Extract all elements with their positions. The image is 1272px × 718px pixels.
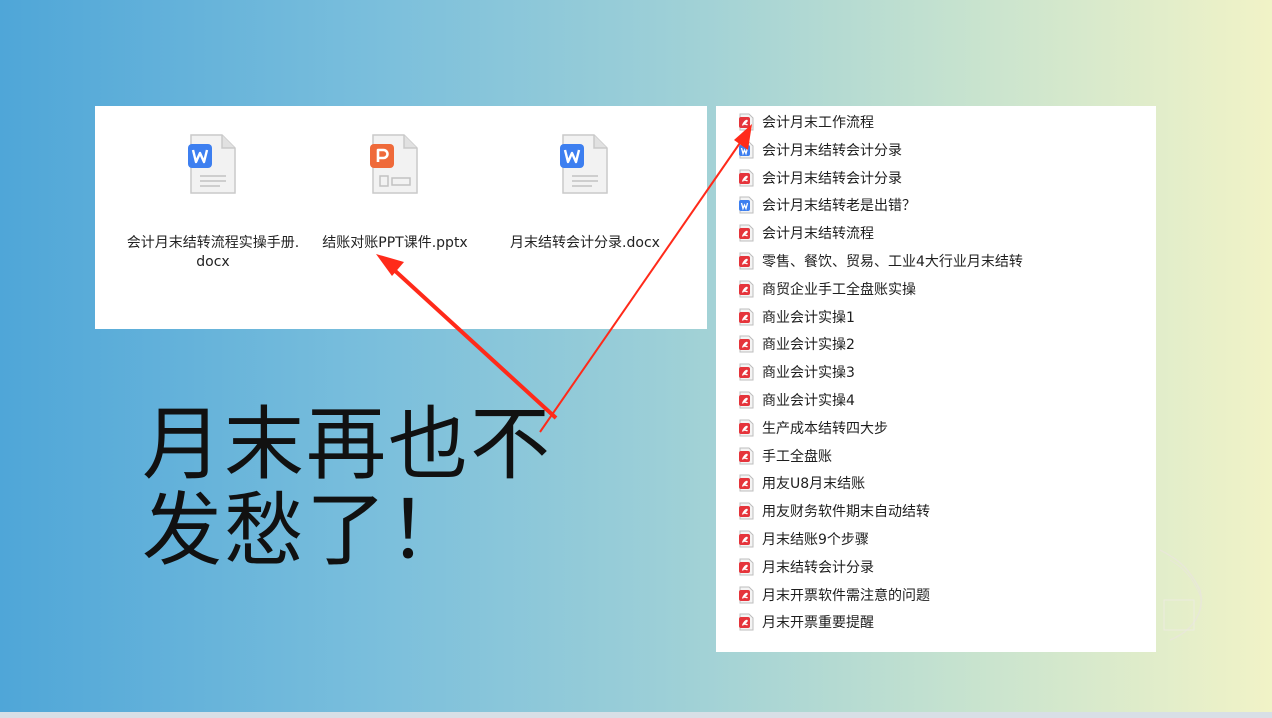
pdf-file-icon bbox=[739, 391, 754, 409]
file-item-1[interactable]: 结账对账PPT课件.pptx bbox=[307, 134, 483, 253]
list-item-label: 会计月末结转老是出错？ bbox=[762, 198, 916, 215]
pdf-file-icon bbox=[739, 613, 754, 631]
list-item[interactable]: 会计月末结转老是出错？ bbox=[738, 193, 916, 217]
list-item[interactable]: 用友U8月末结账 bbox=[738, 471, 865, 495]
list-item[interactable]: 月末结账9个步骤 bbox=[738, 527, 869, 551]
list-item[interactable]: 会计月末工作流程 bbox=[738, 110, 874, 134]
list-item[interactable]: 用友财务软件期末自动结转 bbox=[738, 499, 930, 523]
list-item[interactable]: 手工全盘账 bbox=[738, 444, 832, 468]
file-name: 结账对账PPT课件.pptx bbox=[322, 235, 468, 251]
list-item-label: 商业会计实操4 bbox=[762, 393, 855, 409]
pdf-file-icon bbox=[739, 419, 754, 437]
word-doc-icon bbox=[560, 134, 608, 194]
pdf-file-icon bbox=[739, 558, 754, 576]
pdf-file-icon bbox=[739, 252, 754, 270]
list-item-label: 用友财务软件期末自动结转 bbox=[762, 504, 930, 521]
list-item-label: 会计月末结转会计分录 bbox=[762, 142, 902, 159]
ppt-doc-icon bbox=[370, 134, 418, 194]
slogan: 月末再也不 发愁了！ bbox=[142, 402, 582, 574]
pdf-file-icon bbox=[739, 224, 754, 242]
list-item-label: 月末开票软件需注意的问题 bbox=[762, 587, 930, 604]
list-item-label: 会计月末结转流程 bbox=[762, 226, 874, 243]
list-item[interactable]: 会计月末结转会计分录 bbox=[738, 138, 902, 162]
list-item-label: 月末结账9个步骤 bbox=[762, 532, 869, 548]
file-name: 会计月末结转流程实操手册.docx bbox=[126, 235, 300, 270]
pdf-file-icon bbox=[739, 308, 754, 326]
list-item[interactable]: 商业会计实操1 bbox=[738, 305, 855, 329]
list-item-label: 商业会计实操1 bbox=[762, 309, 855, 326]
word-doc-icon bbox=[188, 134, 236, 194]
list-item[interactable]: 会计月末结转会计分录 bbox=[738, 166, 902, 190]
list-item[interactable]: 商贸企业手工全盘账实操 bbox=[738, 277, 916, 301]
pdf-file-icon bbox=[739, 586, 754, 604]
pdf-file-icon bbox=[739, 502, 754, 520]
list-item[interactable]: 零售、餐饮、贸易、工业4大行业月末结转 bbox=[738, 249, 1023, 273]
word-file-icon bbox=[739, 141, 754, 159]
slogan-line-2: 发愁了！ bbox=[142, 484, 470, 577]
file-item-0[interactable]: 会计月末结转流程实操手册.docx bbox=[125, 134, 301, 272]
pdf-file-icon bbox=[739, 474, 754, 492]
list-item-label: 商业会计实操2 bbox=[762, 337, 855, 354]
pdf-file-icon bbox=[739, 363, 754, 381]
list-item-label: 零售、餐饮、贸易、工业4大行业月末结转 bbox=[762, 254, 1023, 270]
list-item-label: 月末结转会计分录 bbox=[762, 559, 874, 576]
file-list-panel: 会计月末工作流程会计月末结转会计分录 会计月末结转会计分录 会计月末结转老是出错？ 会… bbox=[716, 106, 1156, 652]
file-explorer-panel: 会计月末结转流程实操手册.docx 结账对账PPT课件.pptx 月末结转会计分… bbox=[95, 106, 707, 329]
pdf-file-icon bbox=[739, 447, 754, 465]
list-item-label: 生产成本结转四大步 bbox=[762, 420, 888, 437]
decorative-sketch bbox=[1159, 549, 1203, 641]
list-item-label: 月末开票重要提醒 bbox=[762, 615, 874, 632]
list-item-label: 用友U8月末结账 bbox=[762, 476, 866, 493]
pdf-file-icon bbox=[739, 335, 754, 353]
list-item[interactable]: 月末结转会计分录 bbox=[738, 555, 874, 579]
word-file-icon bbox=[739, 196, 754, 214]
pdf-file-icon bbox=[739, 280, 754, 298]
list-item[interactable]: 商业会计实操2 bbox=[738, 332, 855, 356]
file-name: 月末结转会计分录.docx bbox=[510, 235, 660, 251]
list-item[interactable]: 生产成本结转四大步 bbox=[738, 416, 888, 440]
list-item[interactable]: 商业会计实操4 bbox=[738, 388, 855, 412]
pdf-file-icon bbox=[739, 113, 754, 131]
list-item-label: 手工全盘账 bbox=[762, 448, 832, 465]
list-item-label: 会计月末结转会计分录 bbox=[762, 170, 902, 187]
list-item-label: 商业会计实操3 bbox=[762, 365, 855, 382]
pdf-file-icon bbox=[739, 530, 754, 548]
list-item[interactable]: 会计月末结转流程 bbox=[738, 221, 874, 245]
list-item[interactable]: 月末开票重要提醒 bbox=[738, 610, 874, 634]
list-item[interactable]: 月末开票软件需注意的问题 bbox=[738, 583, 930, 607]
pdf-file-icon bbox=[739, 169, 754, 187]
bottom-strip bbox=[0, 712, 1272, 718]
slogan-line-1: 月末再也不 bbox=[142, 398, 552, 491]
list-item-label: 商贸企业手工全盘账实操 bbox=[762, 281, 916, 298]
file-item-2[interactable]: 月末结转会计分录.docx bbox=[495, 134, 675, 253]
list-item[interactable]: 商业会计实操3 bbox=[738, 360, 855, 384]
list-item-label: 会计月末工作流程 bbox=[762, 115, 874, 131]
